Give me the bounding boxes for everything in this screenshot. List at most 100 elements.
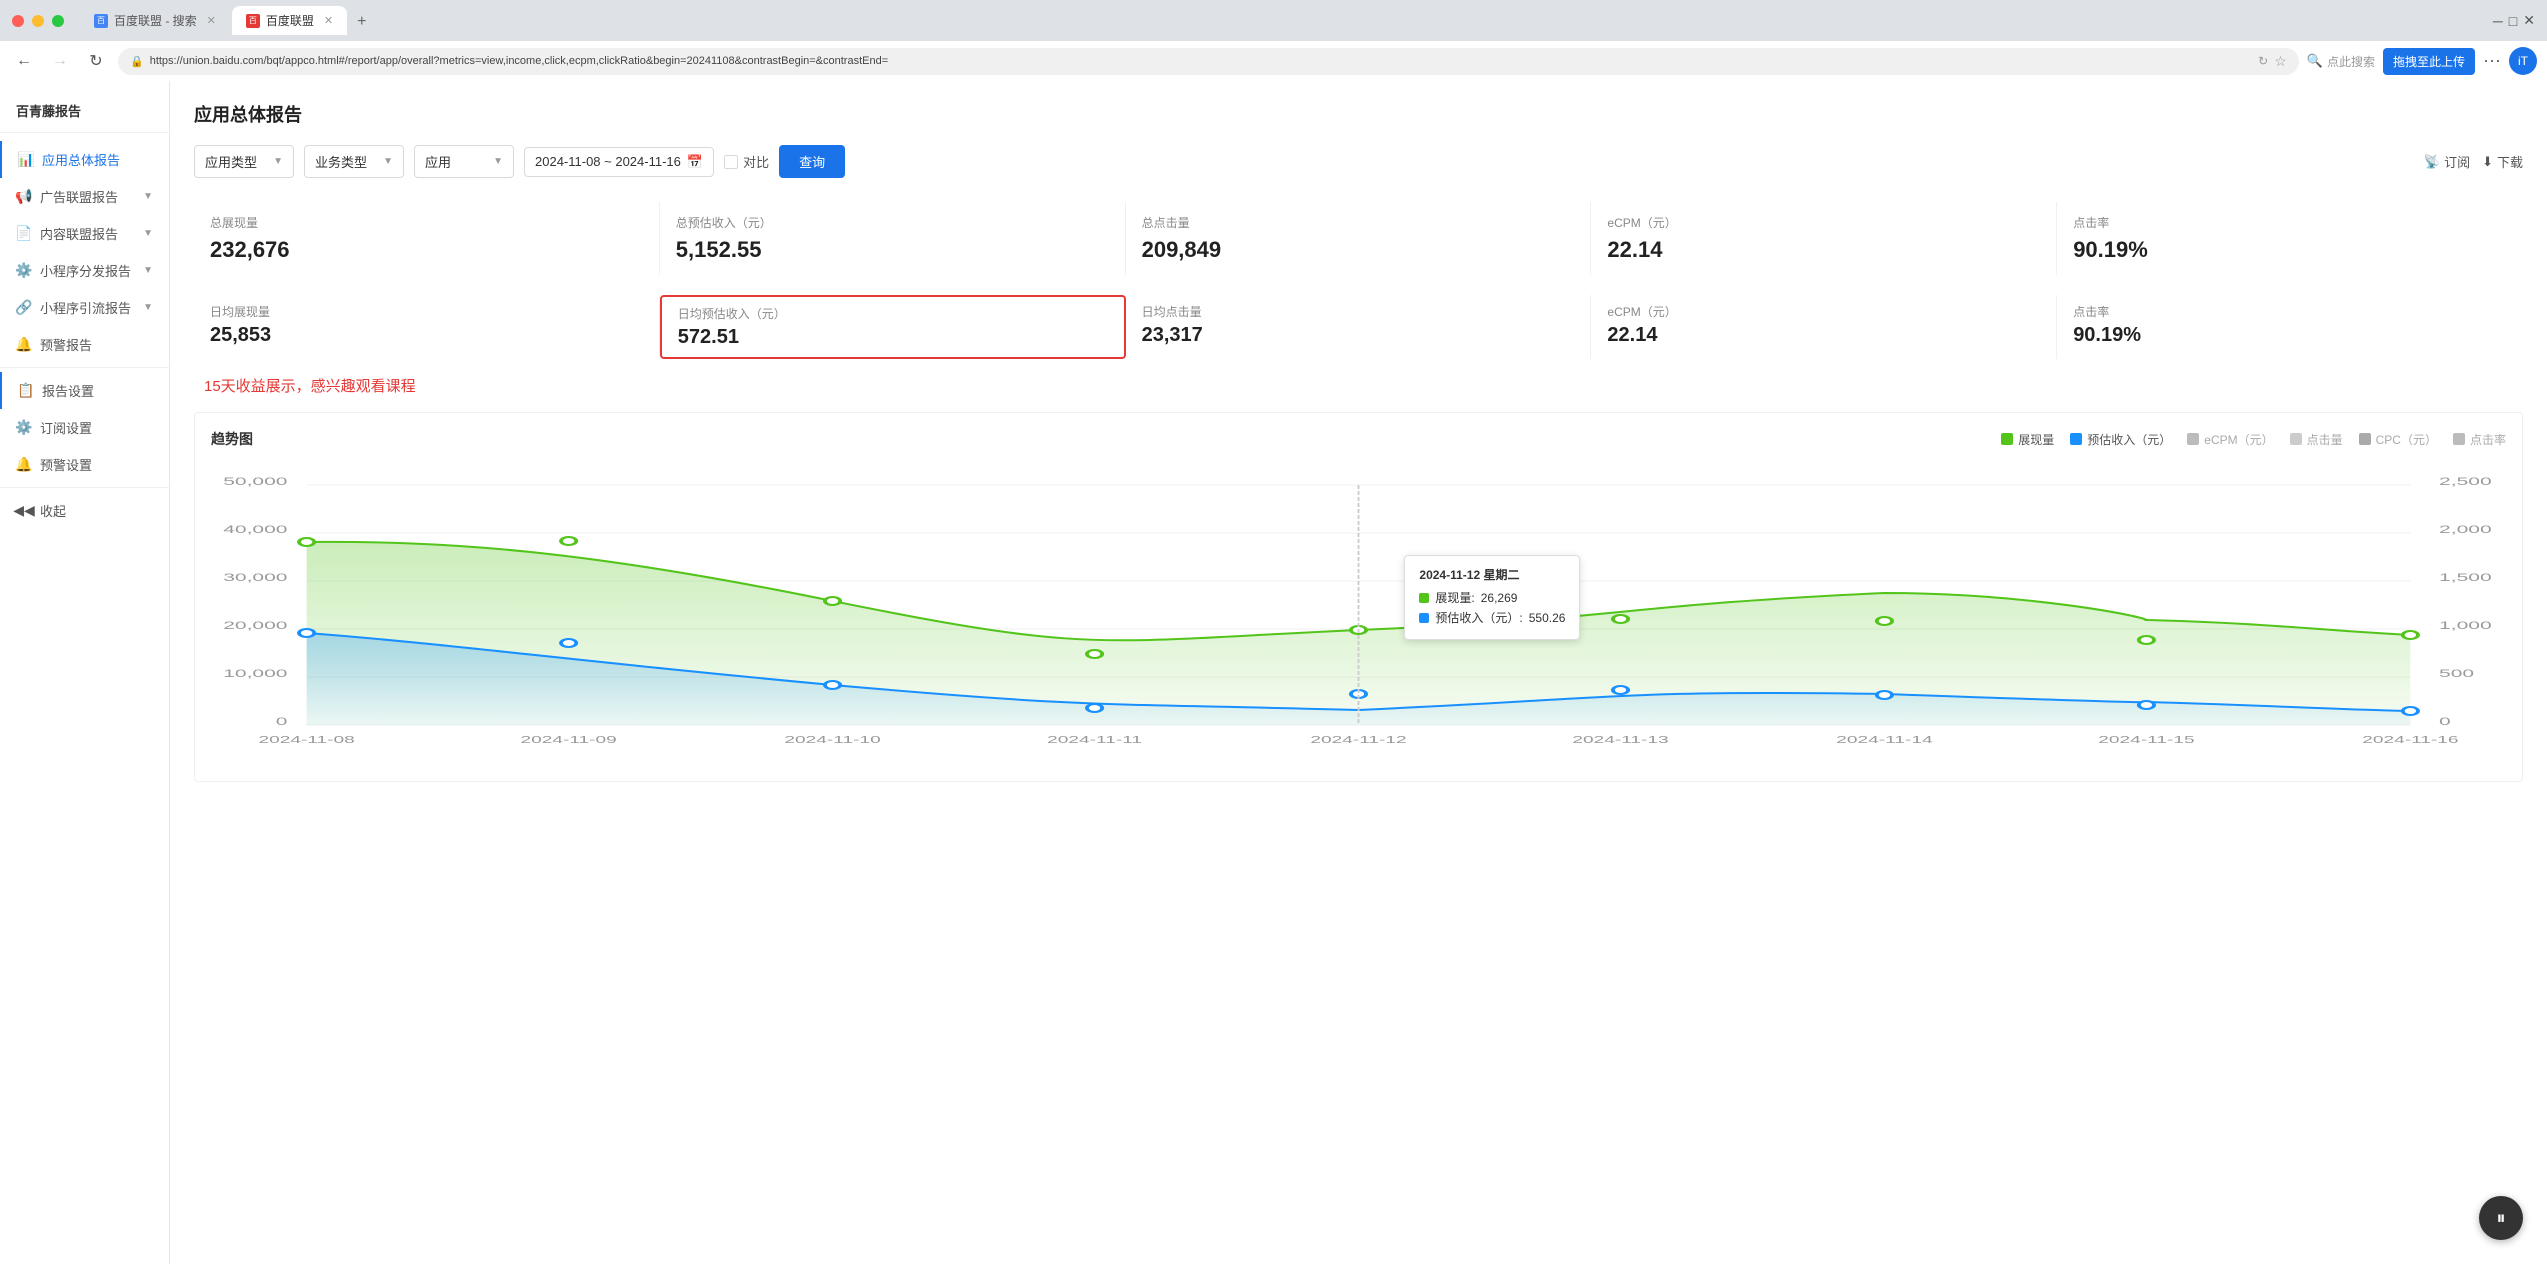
stat-ctr-secondary-value: 90.19% xyxy=(2073,324,2507,347)
subscribe-icon: 📡 xyxy=(2424,154,2440,170)
sidebar-item-alert-report[interactable]: 🔔 预警报告 xyxy=(0,326,169,363)
window-restore-icon[interactable]: □ xyxy=(2509,13,2517,29)
user-avatar[interactable]: iT xyxy=(2509,47,2537,75)
search-icon[interactable]: 🔍 xyxy=(2307,53,2323,69)
app-report-icon: 📊 xyxy=(18,152,34,168)
sidebar: 百青藤报告 📊 应用总体报告 📢 广告联盟报告 ▼ 📄 内容联盟报告 ▼ ⚙️ … xyxy=(0,81,170,1264)
sidebar-item-label-report-settings: 报告设置 xyxy=(42,381,94,400)
floating-action-button[interactable]: ⏸ xyxy=(2479,1196,2523,1240)
stat-ctr-secondary: 点击率 90.19% xyxy=(2057,295,2523,359)
svg-text:2024-11-11: 2024-11-11 xyxy=(1047,734,1142,745)
stats-secondary-grid: 日均展现量 25,853 日均预估收入（元） 572.51 日均点击量 23,3… xyxy=(194,295,2523,359)
svg-text:2024-11-15: 2024-11-15 xyxy=(2098,734,2194,745)
chevron-down-icon: ▼ xyxy=(143,191,153,202)
stat-total-views: 总展现量 232,676 xyxy=(194,202,660,275)
legend-income-label: 预估收入（元） xyxy=(2087,431,2171,448)
stat-daily-views: 日均展现量 25,853 xyxy=(194,295,660,359)
stat-total-income: 总预估收入（元） 5,152.55 xyxy=(660,202,1126,275)
app-chevron-icon: ▼ xyxy=(493,156,503,167)
chevron-down-icon-2: ▼ xyxy=(143,228,153,239)
chart-container[interactable]: 50,000 40,000 30,000 20,000 10,000 0 2,5… xyxy=(211,465,2506,765)
stat-daily-clicks-label: 日均点击量 xyxy=(1142,303,1575,320)
sidebar-item-label-ad-alliance: 广告联盟报告 xyxy=(40,187,118,206)
browser-tab-2[interactable]: 百 百度联盟 ✕ xyxy=(232,6,347,35)
legend-views[interactable]: 展现量 xyxy=(2001,431,2054,448)
legend-cpc-label: CPC（元） xyxy=(2376,431,2437,448)
forward-button[interactable]: → xyxy=(46,47,74,75)
window-close-button[interactable] xyxy=(12,15,24,27)
refresh-url-icon[interactable]: ↻ xyxy=(2258,54,2268,68)
date-range-picker[interactable]: 2024-11-08 ~ 2024-11-16 📅 xyxy=(524,147,714,177)
legend-ctr[interactable]: 点击率 xyxy=(2453,431,2506,448)
sidebar-item-label-content-alliance: 内容联盟报告 xyxy=(40,224,118,243)
legend-clicks[interactable]: 点击量 xyxy=(2290,431,2343,448)
new-tab-button[interactable]: + xyxy=(349,9,374,35)
url-input[interactable]: 🔒 https://union.baidu.com/bqt/appco.html… xyxy=(118,48,2299,75)
sidebar-item-subscribe-settings[interactable]: ⚙️ 订阅设置 xyxy=(0,409,169,446)
sidebar-item-alert-settings[interactable]: 🔔 预警设置 xyxy=(0,446,169,483)
chart-svg: 50,000 40,000 30,000 20,000 10,000 0 2,5… xyxy=(211,465,2506,765)
content-alliance-icon: 📄 xyxy=(16,226,32,242)
chart-legend: 展现量 预估收入（元） eCPM（元） 点击量 xyxy=(2001,431,2506,448)
pause-icon: ⏸ xyxy=(2497,1208,2506,1229)
tab2-close-icon[interactable]: ✕ xyxy=(324,14,333,27)
window-minimize-icon[interactable]: ─ xyxy=(2493,13,2503,29)
subscribe-label: 订阅 xyxy=(2444,152,2470,171)
more-options-icon[interactable]: ⋯ xyxy=(2483,51,2501,72)
stat-total-income-label: 总预估收入（元） xyxy=(676,214,1109,231)
address-bar: ← → ↻ 🔒 https://union.baidu.com/bqt/appc… xyxy=(0,41,2547,81)
biz-type-label: 业务类型 xyxy=(315,152,367,171)
legend-ecpm[interactable]: eCPM（元） xyxy=(2187,431,2273,448)
upload-button[interactable]: 拖拽至此上传 xyxy=(2383,48,2475,75)
sidebar-item-ad-alliance[interactable]: 📢 广告联盟报告 ▼ xyxy=(0,178,169,215)
app-type-select[interactable]: 应用类型 ▼ xyxy=(194,145,294,178)
ad-alliance-icon: 📢 xyxy=(16,189,32,205)
sidebar-item-report-settings[interactable]: 📋 报告设置 xyxy=(0,372,169,409)
sidebar-item-app-report[interactable]: 📊 应用总体报告 xyxy=(0,141,169,178)
alert-report-icon: 🔔 xyxy=(16,337,32,353)
stat-daily-views-value: 25,853 xyxy=(210,324,643,347)
stat-total-clicks-label: 总点击量 xyxy=(1142,214,1575,231)
stat-ecpm-primary: eCPM（元） 22.14 xyxy=(1591,202,2057,275)
sidebar-item-label-alert-settings: 预警设置 xyxy=(40,455,92,474)
compare-checkbox[interactable] xyxy=(724,155,738,169)
main-content: 应用总体报告 应用类型 ▼ 业务类型 ▼ 应用 ▼ 2024-11-08 ~ 2… xyxy=(170,81,2547,1264)
chevron-down-icon-3: ▼ xyxy=(143,265,153,276)
tab1-close-icon[interactable]: ✕ xyxy=(207,14,216,27)
legend-ecpm-label: eCPM（元） xyxy=(2204,431,2273,448)
window-maximize-button[interactable] xyxy=(52,15,64,27)
sidebar-divider-2 xyxy=(0,487,169,488)
app-select[interactable]: 应用 ▼ xyxy=(414,145,514,178)
stat-ctr-primary-value: 90.19% xyxy=(2073,237,2507,263)
chart-section: 趋势图 展现量 预估收入（元） eCPM（元） xyxy=(194,412,2523,782)
query-button[interactable]: 查询 xyxy=(779,145,845,178)
search-placeholder[interactable]: 点此搜索 xyxy=(2327,53,2375,70)
download-button[interactable]: ⬇ 下载 xyxy=(2482,152,2523,171)
svg-text:10,000: 10,000 xyxy=(223,667,287,679)
sidebar-item-label-miniprogram-traffic: 小程序引流报告 xyxy=(40,298,131,317)
legend-clicks-label: 点击量 xyxy=(2307,431,2343,448)
bookmark-icon[interactable]: ☆ xyxy=(2274,53,2287,70)
sidebar-item-label-miniprogram-dist: 小程序分发报告 xyxy=(40,261,131,280)
biz-type-select[interactable]: 业务类型 ▼ xyxy=(304,145,404,178)
app-layout: 百青藤报告 📊 应用总体报告 📢 广告联盟报告 ▼ 📄 内容联盟报告 ▼ ⚙️ … xyxy=(0,81,2547,1264)
refresh-button[interactable]: ↻ xyxy=(82,47,110,75)
legend-income[interactable]: 预估收入（元） xyxy=(2070,431,2171,448)
subscribe-button[interactable]: 📡 订阅 xyxy=(2424,152,2470,171)
legend-cpc[interactable]: CPC（元） xyxy=(2359,431,2437,448)
sidebar-item-miniprogram-traffic[interactable]: 🔗 小程序引流报告 ▼ xyxy=(0,289,169,326)
window-minimize-button[interactable] xyxy=(32,15,44,27)
sidebar-item-content-alliance[interactable]: 📄 内容联盟报告 ▼ xyxy=(0,215,169,252)
sidebar-item-label-alert-report: 预警报告 xyxy=(40,335,92,354)
app-type-chevron-icon: ▼ xyxy=(273,156,283,167)
window-close-icon[interactable]: ✕ xyxy=(2523,12,2535,29)
legend-views-dot xyxy=(2001,433,2013,445)
svg-text:500: 500 xyxy=(2439,667,2474,679)
back-button[interactable]: ← xyxy=(10,47,38,75)
compare-checkbox-container[interactable]: 对比 xyxy=(724,152,769,171)
browser-tab-1[interactable]: 百 百度联盟 - 搜索 ✕ xyxy=(80,6,230,35)
tab2-favicon: 百 xyxy=(246,14,260,28)
svg-text:1,000: 1,000 xyxy=(2439,619,2492,631)
sidebar-item-miniprogram-dist[interactable]: ⚙️ 小程序分发报告 ▼ xyxy=(0,252,169,289)
sidebar-collapse-button[interactable]: ◀◀ 收起 xyxy=(0,492,169,529)
